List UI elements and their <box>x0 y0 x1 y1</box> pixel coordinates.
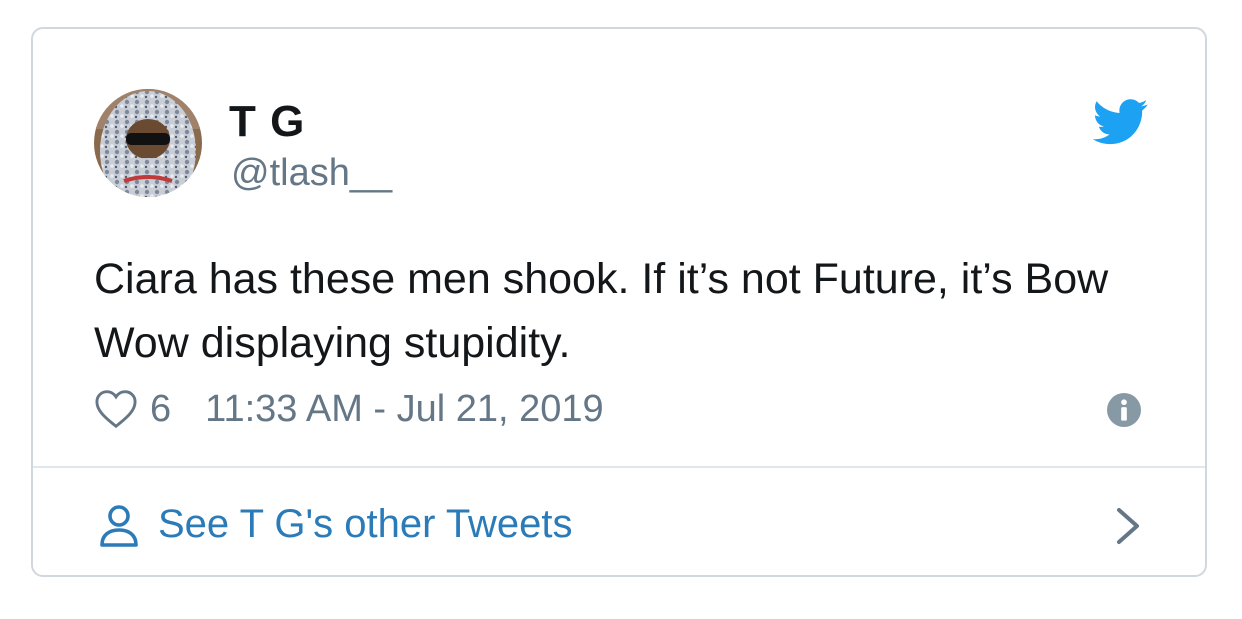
avatar-image <box>94 89 202 197</box>
author-handle[interactable]: @tlash__ <box>231 152 392 195</box>
tweet-meta: 6 11:33 AM - Jul 21, 2019 <box>94 387 604 431</box>
tweet-text: Ciara has these men shook. If it’s not F… <box>94 255 1109 367</box>
heart-icon[interactable] <box>94 389 138 429</box>
person-icon <box>100 505 138 547</box>
chevron-right-icon <box>1117 508 1139 544</box>
author-display-name[interactable]: T G <box>229 97 305 147</box>
tweet-timestamp[interactable]: 11:33 AM - Jul 21, 2019 <box>205 388 604 431</box>
tweet-card: T G @tlash__ Ciara has these men shook. … <box>31 27 1207 577</box>
info-icon[interactable] <box>1107 393 1141 427</box>
tweet-header: T G @tlash__ <box>33 29 1205 229</box>
see-other-tweets-label: See T G's other Tweets <box>158 502 573 546</box>
see-other-tweets-link[interactable]: See T G's other Tweets <box>33 468 1205 577</box>
like-count[interactable]: 6 <box>150 388 171 431</box>
twitter-bird-icon[interactable] <box>1093 99 1149 145</box>
avatar[interactable] <box>94 89 202 197</box>
